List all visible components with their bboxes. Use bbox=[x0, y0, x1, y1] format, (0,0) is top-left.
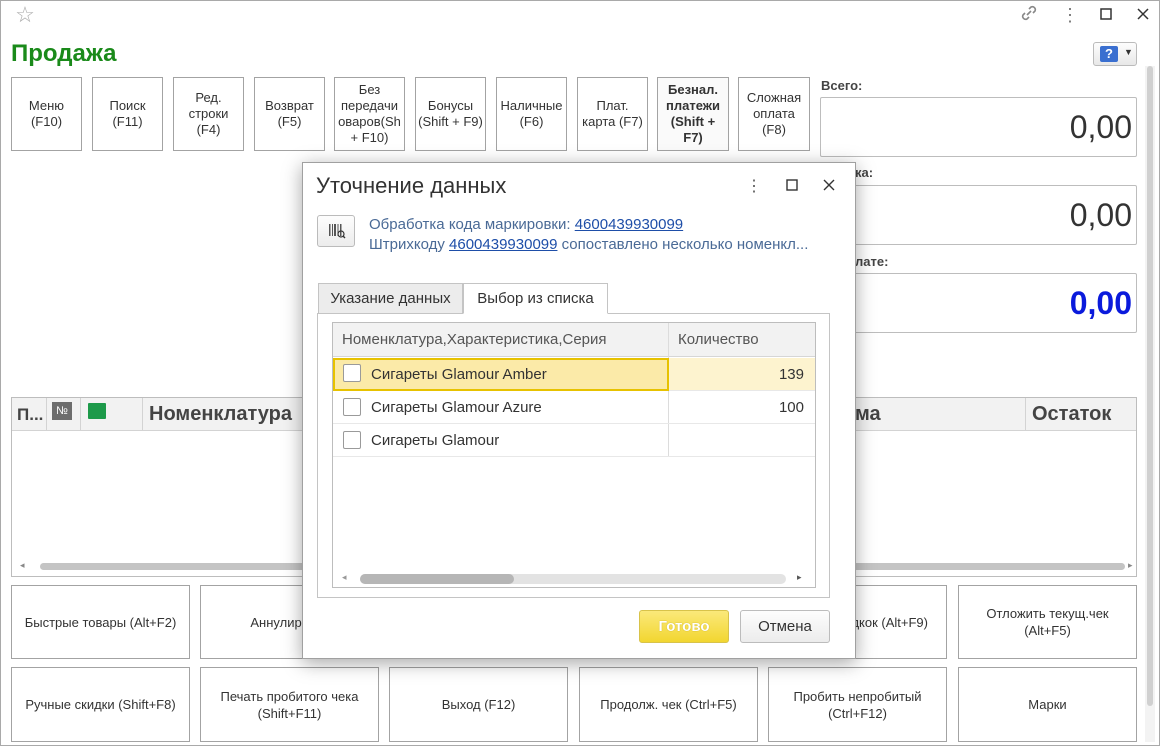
more-vertical-icon[interactable]: ⋮ bbox=[1058, 3, 1082, 27]
cashless-payment-button[interactable]: Безнал. платежи (Shift + F7) bbox=[657, 77, 729, 151]
close-icon[interactable] bbox=[1131, 3, 1155, 27]
row-name: Сигареты Glamour bbox=[371, 432, 500, 449]
discount-label: ка: bbox=[855, 165, 874, 180]
dialog-title: Уточнение данных bbox=[316, 173, 507, 198]
tab-specify-data[interactable]: Указание данных bbox=[318, 283, 463, 314]
row-name: Сигареты Glamour Azure bbox=[371, 399, 542, 416]
bonuses-button[interactable]: Бонусы (Shift + F9) bbox=[415, 77, 486, 151]
dialog-maximize-icon[interactable] bbox=[782, 177, 802, 197]
barcode-icon bbox=[329, 224, 346, 239]
row-checkbox[interactable] bbox=[343, 431, 361, 449]
column-separator bbox=[80, 398, 81, 431]
total-label: Всего: bbox=[821, 78, 863, 93]
info-line2-suffix: сопоставлено несколько номенкл... bbox=[557, 236, 809, 253]
cancel-button[interactable]: Отмена bbox=[740, 610, 830, 643]
row-qty: 139 bbox=[778, 366, 804, 383]
column-header-rest[interactable]: Остаток bbox=[1032, 398, 1111, 431]
column-header-number[interactable]: № bbox=[52, 402, 72, 420]
column-separator bbox=[142, 398, 143, 431]
marking-code-link[interactable]: 4600439930099 bbox=[575, 216, 683, 233]
menu-button[interactable]: Меню (F10) bbox=[11, 77, 82, 151]
postpone-receipt-button[interactable]: Отложить текущ.чек (Alt+F5) bbox=[958, 585, 1137, 659]
number-sign: № bbox=[56, 405, 68, 417]
return-button[interactable]: Возврат (F5) bbox=[254, 77, 325, 151]
edit-row-button[interactable]: Ред. строки (F4) bbox=[173, 77, 244, 151]
barcode-info: Штрихкоду 4600439930099 сопоставлено нес… bbox=[369, 236, 808, 253]
discount-value: 0,00 bbox=[820, 185, 1137, 245]
dialog-more-icon[interactable]: ⋮ bbox=[744, 177, 764, 197]
column-header-p[interactable]: П... bbox=[17, 398, 43, 431]
column-header-sum[interactable]: ма bbox=[855, 398, 881, 431]
continue-receipt-button[interactable]: Продолж. чек (Ctrl+F5) bbox=[579, 667, 758, 742]
search-button[interactable]: Поиск (F11) bbox=[92, 77, 163, 151]
total-value: 0,00 bbox=[820, 97, 1137, 157]
tab-select-from-list[interactable]: Выбор из списка bbox=[463, 283, 608, 314]
complex-payment-button[interactable]: Сложная оплата (F8) bbox=[738, 77, 810, 151]
done-button[interactable]: Готово bbox=[639, 610, 729, 643]
chevron-down-icon: ▼ bbox=[1124, 47, 1133, 57]
scroll-right-icon[interactable]: ▸ bbox=[1128, 560, 1133, 571]
info-line1-prefix: Обработка кода маркировки: bbox=[369, 216, 575, 233]
maximize-icon[interactable] bbox=[1094, 3, 1118, 27]
to-pay-label: лате: bbox=[855, 254, 889, 269]
page-title: Продажа bbox=[11, 40, 117, 67]
favorite-star-icon[interactable]: ☆ bbox=[13, 3, 37, 27]
scroll-left-icon[interactable]: ◂ bbox=[20, 560, 25, 571]
quick-goods-button[interactable]: Быстрые товары (Alt+F2) bbox=[11, 585, 190, 659]
row-checkbox[interactable] bbox=[343, 398, 361, 416]
row-qty: 100 bbox=[778, 399, 804, 416]
marks-button[interactable]: Марки bbox=[958, 667, 1137, 742]
table-scroll-right-icon[interactable]: ▸ bbox=[797, 572, 802, 583]
column-header-quantity[interactable]: Количество bbox=[678, 323, 759, 357]
barcode-link[interactable]: 4600439930099 bbox=[449, 236, 557, 253]
column-separator bbox=[46, 398, 47, 431]
column-separator bbox=[1025, 398, 1026, 431]
manual-discounts-button[interactable]: Ручные скидки (Shift+F8) bbox=[11, 667, 190, 742]
cash-button[interactable]: Наличные (F6) bbox=[496, 77, 567, 151]
card-payment-button[interactable]: Плат. карта (F7) bbox=[577, 77, 648, 151]
marking-icon[interactable] bbox=[88, 403, 106, 419]
no-transfer-button[interactable]: Без передачи оваров(Sh + F10) bbox=[334, 77, 405, 151]
marking-code-info: Обработка кода маркировки: 4600439930099 bbox=[369, 216, 683, 233]
print-receipt-button[interactable]: Печать пробитого чека (Shift+F11) bbox=[200, 667, 379, 742]
to-pay-value: 0,00 bbox=[820, 273, 1137, 333]
column-header-item[interactable]: Номенклатура,Характеристика,Серия bbox=[342, 323, 607, 357]
barcode-scan-button[interactable] bbox=[317, 215, 355, 247]
info-line2-prefix: Штрихкоду bbox=[369, 236, 450, 253]
punch-unpunched-button[interactable]: Пробить непробитый (Ctrl+F12) bbox=[768, 667, 947, 742]
vertical-scrollbar-thumb[interactable] bbox=[1147, 66, 1153, 706]
help-button[interactable]: ? ▼ bbox=[1093, 42, 1137, 66]
exit-button[interactable]: Выход (F12) bbox=[389, 667, 568, 742]
table-scroll-left-icon[interactable]: ◂ bbox=[342, 572, 347, 583]
column-header-nomenclature[interactable]: Номенклатура bbox=[149, 398, 292, 431]
link-icon[interactable] bbox=[1017, 3, 1041, 27]
dialog-close-icon[interactable] bbox=[819, 177, 839, 197]
table-scrollbar-thumb[interactable] bbox=[360, 574, 514, 584]
question-icon: ? bbox=[1100, 46, 1118, 62]
row-name: Сигареты Glamour Amber bbox=[371, 366, 547, 383]
row-checkbox[interactable] bbox=[343, 364, 361, 382]
